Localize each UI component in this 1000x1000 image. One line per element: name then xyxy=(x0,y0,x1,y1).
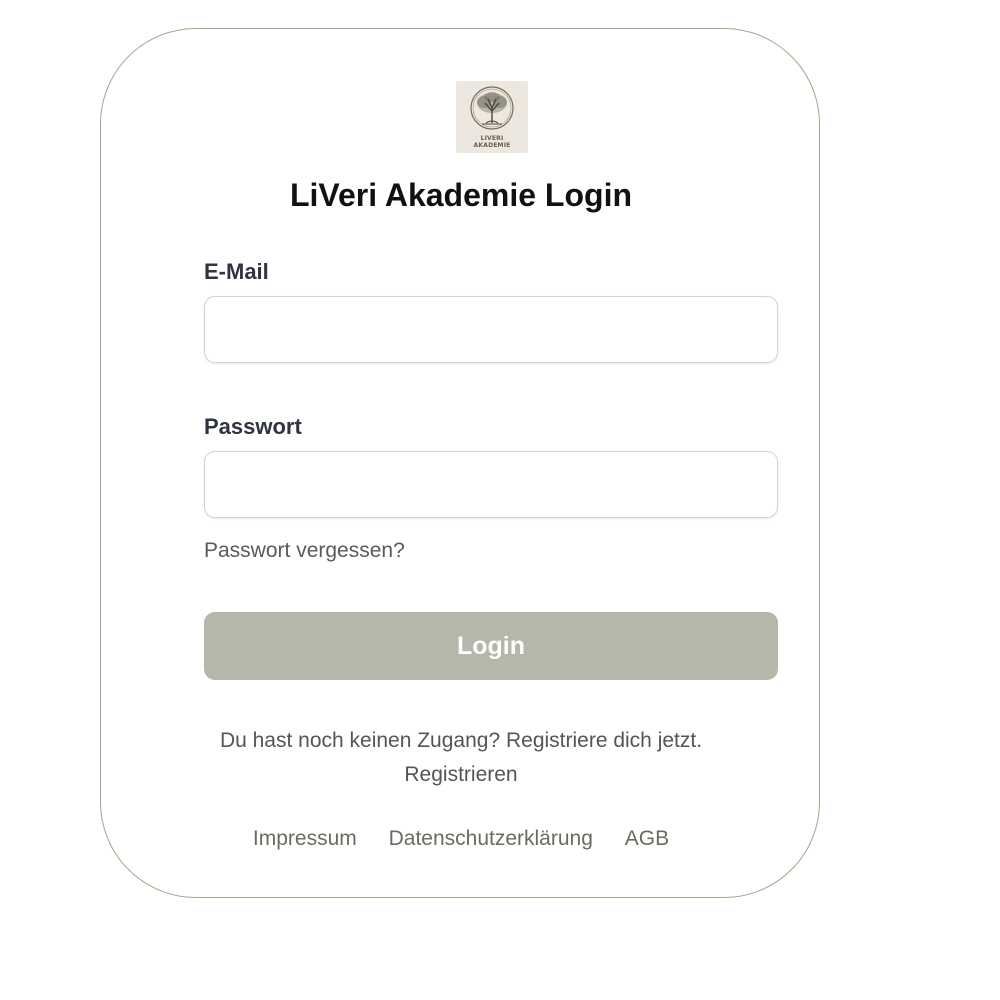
password-label: Passwort xyxy=(204,414,302,439)
logo-text-line1: LIVERI xyxy=(480,135,504,142)
register-link-row: Registrieren xyxy=(101,763,821,787)
password-field[interactable] xyxy=(204,451,778,518)
email-field[interactable] xyxy=(204,296,778,363)
register-link[interactable]: Registrieren xyxy=(404,763,517,786)
footer-link-impressum[interactable]: Impressum xyxy=(253,827,357,850)
page-title: LiVeri Akademie Login xyxy=(289,177,632,213)
brand-logo: LIVERI AKADEMIE xyxy=(456,81,528,153)
login-card: LIVERI AKADEMIE LiVeri Akademie Login E-… xyxy=(100,28,820,898)
login-button[interactable]: Login xyxy=(204,612,778,680)
register-prompt: Du hast noch keinen Zugang? Registriere … xyxy=(219,729,703,752)
logo-text-line2: AKADEMIE xyxy=(473,142,511,149)
footer-links: Impressum Datenschutzerklärung AGB xyxy=(101,827,821,851)
footer-link-agb[interactable]: AGB xyxy=(625,827,669,850)
forgot-password-link[interactable]: Passwort vergessen? xyxy=(204,539,405,563)
email-label: E-Mail xyxy=(204,259,269,284)
footer-link-datenschutz[interactable]: Datenschutzerklärung xyxy=(389,827,593,850)
